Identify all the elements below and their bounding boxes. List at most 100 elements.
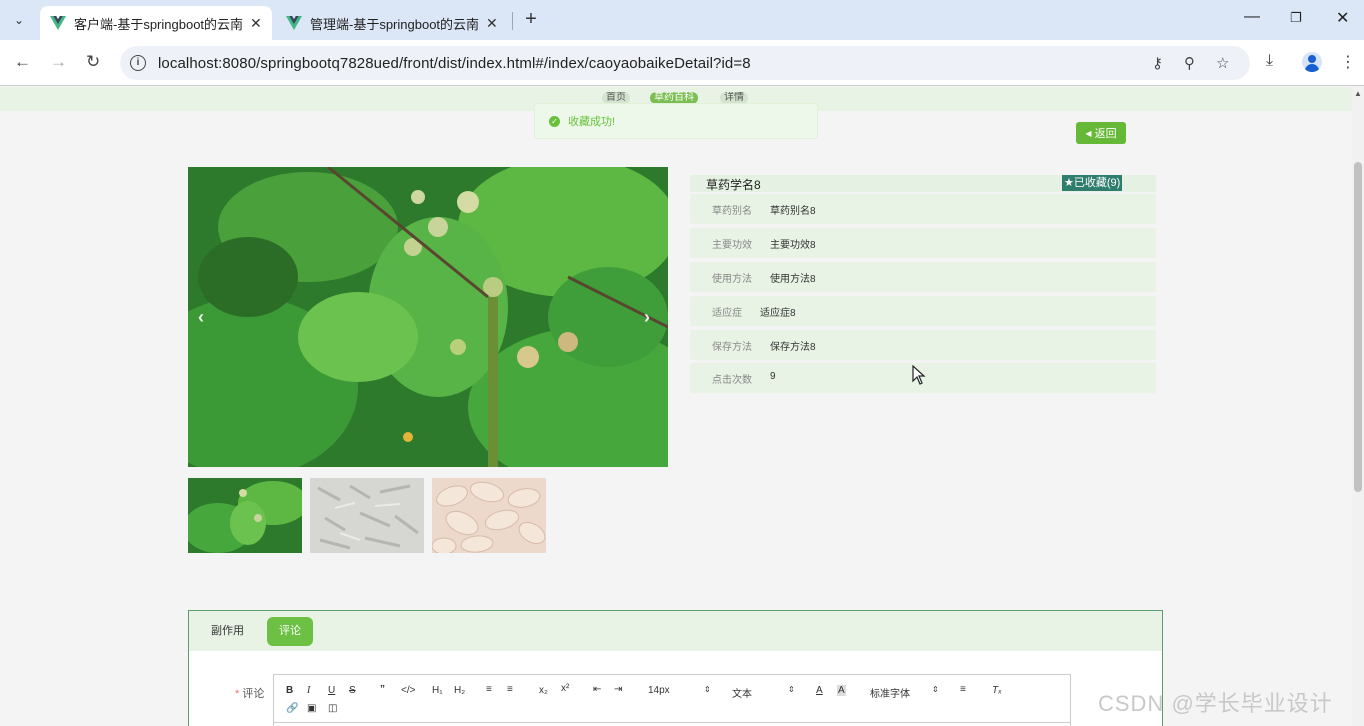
password-key-icon[interactable]: ⚷ <box>1152 54 1163 72</box>
indent-icon[interactable]: ⇥ <box>614 684 622 695</box>
info-value: 主要功效8 <box>770 240 816 251</box>
thumbnail-3[interactable] <box>432 478 546 553</box>
tab-side-effects[interactable]: 副作用 <box>199 617 256 646</box>
font-size-select[interactable]: 14px <box>648 685 670 696</box>
italic-icon[interactable]: I <box>307 685 310 696</box>
comment-editor[interactable]: B I U S ” </> H₁ H₂ ≡ ≡ x₂ x² ⇤ ⇥ 14px ⇕… <box>273 674 1071 726</box>
thumbnail-seeds-image <box>432 478 546 553</box>
back-button-label: 返回 <box>1094 128 1117 140</box>
check-circle-icon: ✓ <box>549 115 560 127</box>
url-text: localhost:8080/springbootq7828ued/front/… <box>158 54 751 72</box>
back-arrow-icon[interactable]: ← <box>14 52 31 72</box>
thumbnail-plant-image <box>188 478 302 553</box>
herb-title: 草药学名8 <box>706 178 761 192</box>
carousel-prev-icon[interactable]: ‹ <box>198 307 204 328</box>
menu-dots-icon[interactable]: ⋮ <box>1340 52 1356 72</box>
blockquote-icon[interactable]: ” <box>380 684 385 695</box>
browser-tab-admin[interactable]: 管理端-基于springboot的云南 ✕ <box>276 6 508 40</box>
close-tab-icon[interactable]: ✕ <box>250 15 262 32</box>
caret-left-icon: ◀ <box>1085 128 1092 138</box>
scroll-up-icon[interactable]: ▲ <box>1354 89 1362 98</box>
page-viewport: 首页 草药百科 详情 ✓ 收藏成功! ◀ 返回 ‹ › 草药学名8 ★已收藏(9… <box>0 87 1352 726</box>
thumbnail-2[interactable] <box>310 478 424 553</box>
forward-arrow-icon[interactable]: → <box>50 52 67 72</box>
info-row-efficacy: 主要功效 主要功效8 <box>690 228 1156 258</box>
tab-comments[interactable]: 评论 <box>267 617 313 646</box>
comment-form: * 评论 B I U S ” </> H₁ H₂ ≡ ≡ x₂ x² ⇤ ⇥ 1… <box>201 663 1151 726</box>
info-row-indication: 适应症 适应症8 <box>690 296 1156 326</box>
success-toast: ✓ 收藏成功! <box>534 103 818 139</box>
info-label: 草药别名 <box>712 206 752 217</box>
background-color-icon[interactable]: A <box>837 685 846 696</box>
strike-icon[interactable]: S <box>349 685 356 696</box>
thumbnail-1[interactable] <box>188 478 302 553</box>
new-tab-button[interactable]: + <box>520 8 542 32</box>
video-icon[interactable]: ◫ <box>328 703 337 714</box>
reload-icon[interactable]: ↻ <box>86 52 100 72</box>
browser-tab-client[interactable]: 客户端-基于springboot的云南 ✕ <box>40 6 272 40</box>
bookmark-star-icon[interactable]: ☆ <box>1216 54 1229 72</box>
close-window-icon[interactable]: ✕ <box>1336 8 1349 28</box>
herb-title-row: 草药学名8 ★已收藏(9) <box>690 175 1156 192</box>
info-label: 点击次数 <box>712 375 752 386</box>
browser-toolbar: ← → ↻ i localhost:8080/springbootq7828ue… <box>0 40 1364 86</box>
code-icon[interactable]: </> <box>401 685 415 696</box>
tab-title: 客户端-基于springboot的云南 <box>74 16 244 32</box>
restore-icon[interactable]: ❐ <box>1290 10 1302 26</box>
comment-label: * 评论 <box>235 688 265 700</box>
align-icon[interactable]: ≡ <box>960 684 966 695</box>
info-label: 使用方法 <box>712 274 752 285</box>
font-family-select[interactable]: 标准字体 <box>870 685 910 700</box>
page-scrollbar[interactable]: ▲ <box>1352 87 1364 726</box>
star-icon: ★ <box>1064 177 1074 189</box>
scroll-thumb[interactable] <box>1354 162 1362 492</box>
font-color-icon[interactable]: A <box>816 685 823 696</box>
info-value: 使用方法8 <box>770 274 816 285</box>
site-info-icon[interactable]: i <box>130 55 146 71</box>
info-value: 草药别名8 <box>770 206 816 217</box>
bullet-list-icon[interactable]: ≡ <box>507 684 513 695</box>
link-icon[interactable]: 🔗 <box>286 703 298 714</box>
download-icon[interactable]: ⤓ <box>1266 52 1273 70</box>
toast-message: 收藏成功! <box>568 116 616 128</box>
info-row-usage: 使用方法 使用方法8 <box>690 262 1156 292</box>
info-label: 适应症 <box>712 308 742 319</box>
superscript-icon[interactable]: x² <box>561 683 569 694</box>
info-label: 保存方法 <box>712 342 752 353</box>
info-row-alias: 草药别名 草药别名8 <box>690 194 1156 224</box>
info-value: 9 <box>770 371 776 382</box>
bold-icon[interactable]: B <box>286 685 293 696</box>
tab-title: 管理端-基于springboot的云南 <box>310 16 480 32</box>
vue-logo-icon <box>286 16 302 30</box>
tab-search-icon[interactable]: ⌄ <box>6 8 32 32</box>
back-button[interactable]: ◀ 返回 <box>1076 122 1126 144</box>
tab-separator <box>512 12 513 30</box>
zoom-icon[interactable]: ⚲ <box>1184 54 1195 72</box>
clear-format-icon[interactable]: Tₓ <box>992 685 1002 696</box>
mouse-cursor-icon <box>912 365 926 385</box>
content-tabs-panel: 副作用 评论 * 评论 B I U S ” </> H₁ H₂ ≡ ≡ x₂ x… <box>188 610 1163 726</box>
info-value: 适应症8 <box>760 308 796 319</box>
address-bar[interactable]: i localhost:8080/springbootq7828ued/fron… <box>120 46 1250 80</box>
minimize-icon[interactable]: — <box>1244 8 1260 26</box>
select-arrows-icon: ⇕ <box>788 685 795 694</box>
subscript-icon[interactable]: x₂ <box>539 685 548 696</box>
favorite-label: 已收藏(9) <box>1073 177 1121 189</box>
select-arrows-icon: ⇕ <box>932 685 939 694</box>
format-select[interactable]: 文本 <box>732 685 752 700</box>
profile-avatar[interactable] <box>1302 52 1322 72</box>
carousel-next-icon[interactable]: › <box>644 307 650 328</box>
herb-photo <box>188 167 668 467</box>
editor-divider <box>274 722 1070 723</box>
herb-image-carousel[interactable]: ‹ › <box>188 167 668 467</box>
close-tab-icon[interactable]: ✕ <box>486 15 498 32</box>
underline-icon[interactable]: U <box>328 685 335 696</box>
select-arrows-icon: ⇕ <box>704 685 711 694</box>
vue-logo-icon <box>50 16 66 30</box>
favorite-button[interactable]: ★已收藏(9) <box>1062 175 1123 191</box>
heading1-icon[interactable]: H₁ <box>432 685 443 696</box>
outdent-icon[interactable]: ⇤ <box>593 684 601 695</box>
image-icon[interactable]: ▣ <box>307 703 316 714</box>
heading2-icon[interactable]: H₂ <box>454 685 465 696</box>
ordered-list-icon[interactable]: ≡ <box>486 684 492 695</box>
